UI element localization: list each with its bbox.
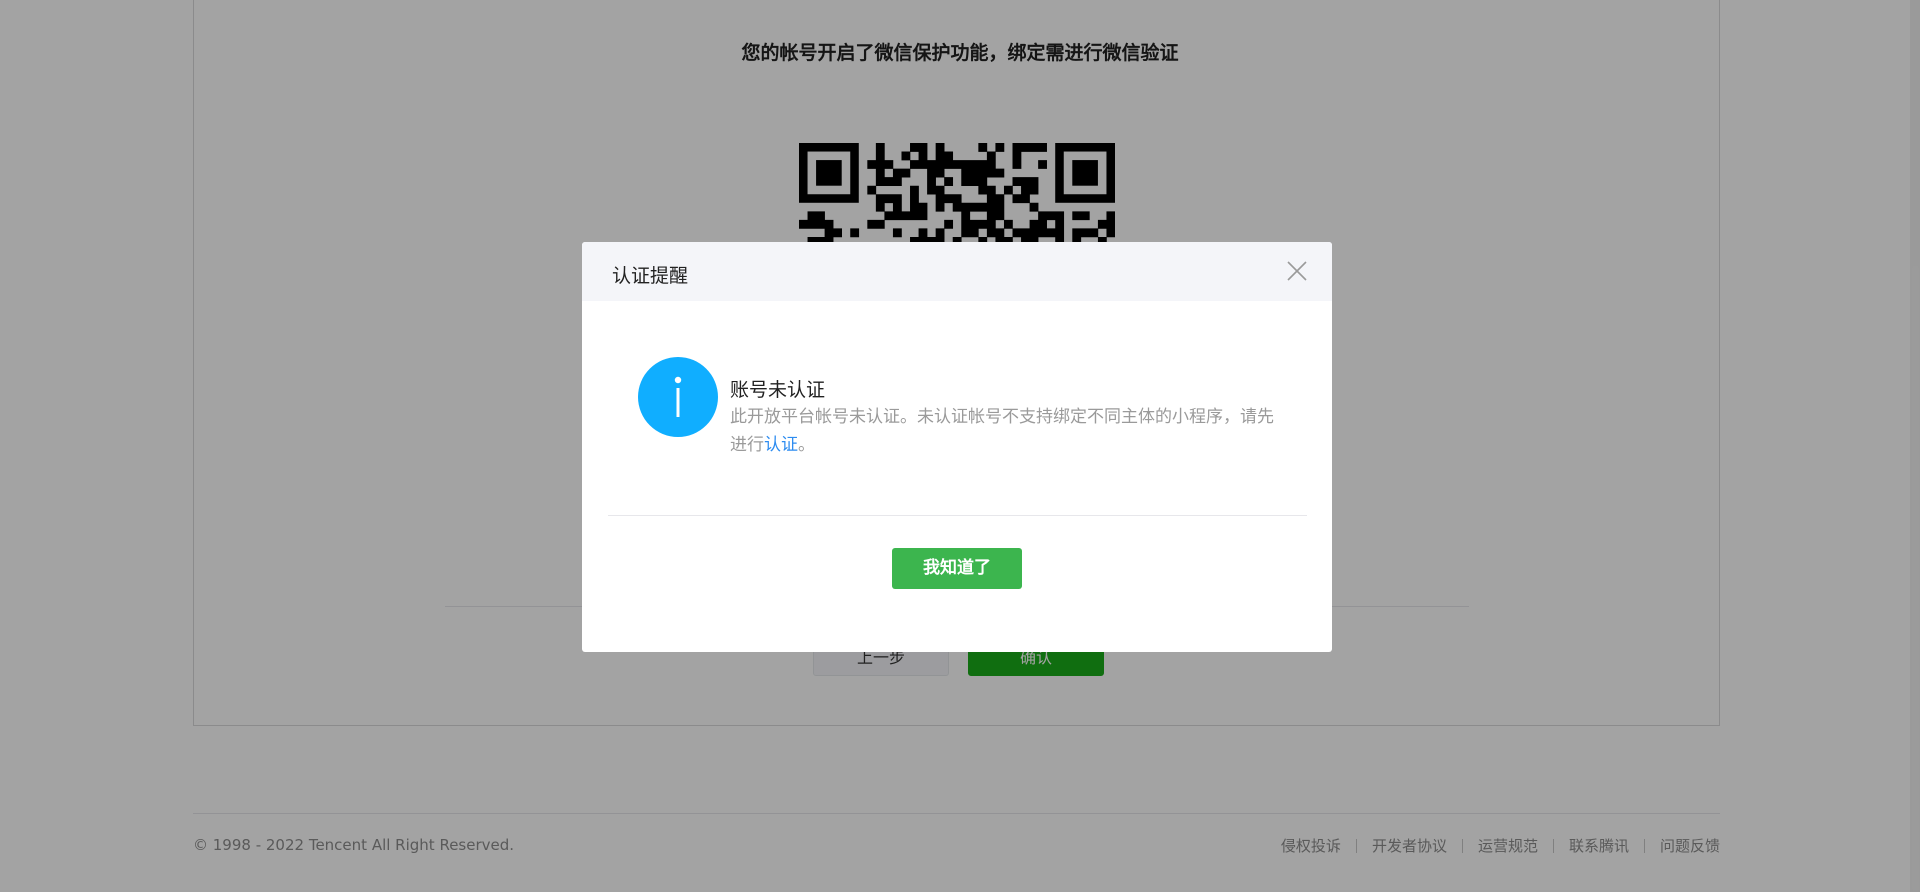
message-title: 账号未认证 [730, 379, 826, 401]
message-end: 。 [798, 435, 815, 455]
message-text: 此开放平台帐号未认证。未认证帐号不支持绑定不同主体的小程序，请先进行认证。 [730, 403, 1290, 459]
verification-dialog: 认证提醒 账号未认证 此开放平台帐号未认证。未认证帐号不支持绑定不同主体的小程序… [582, 242, 1332, 652]
close-icon[interactable] [1284, 258, 1310, 284]
info-icon [638, 357, 718, 437]
scrollbar[interactable] [1910, 0, 1920, 892]
dialog-divider [608, 515, 1307, 516]
dialog-header: 认证提醒 [582, 242, 1332, 301]
got-it-button[interactable]: 我知道了 [892, 548, 1022, 589]
dialog-title: 认证提醒 [612, 265, 689, 287]
scrollbar-thumb[interactable] [1912, 265, 1919, 892]
certify-link[interactable]: 认证 [764, 435, 798, 455]
